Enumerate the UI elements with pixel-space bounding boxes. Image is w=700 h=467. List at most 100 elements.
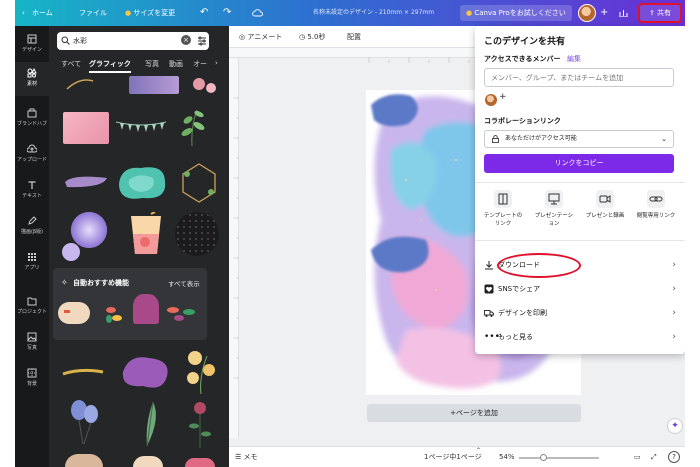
page-view-icon[interactable]: ▭ xyxy=(634,447,641,467)
nav-uploads[interactable]: アップロード xyxy=(15,138,49,172)
tab-photos[interactable]: 写真 xyxy=(145,59,159,69)
member-avatar[interactable] xyxy=(485,94,497,106)
graphic-pink-texture[interactable] xyxy=(63,112,109,144)
present-record-label: プレゼンと録画 xyxy=(585,213,625,219)
home-button[interactable]: ホーム xyxy=(32,0,53,26)
position-button[interactable]: 配置 xyxy=(347,26,361,48)
graphic-leaves[interactable] xyxy=(175,106,209,148)
cloud-save-icon[interactable] xyxy=(252,0,263,26)
back-chevron-icon[interactable]: ‹ xyxy=(22,0,25,26)
see-more-row[interactable]: ••• もっと見る › xyxy=(484,326,676,348)
graphic-yellow-flowers[interactable] xyxy=(181,346,221,396)
resize-button[interactable]: ● サイズを変更 xyxy=(125,0,175,26)
graphic-rose-stem[interactable] xyxy=(181,400,219,448)
nav-photos[interactable]: 写真 xyxy=(15,326,49,360)
search-icon xyxy=(61,36,70,45)
graphic-balloons[interactable] xyxy=(65,398,105,446)
add-member-button[interactable]: + xyxy=(499,92,507,102)
nav-text[interactable]: テキスト xyxy=(15,174,49,208)
template-link-option[interactable]: テンプレートの リンク xyxy=(479,190,527,228)
presentation-option[interactable]: プレゼンテーシ ョン xyxy=(530,190,578,228)
reco-item-shape[interactable] xyxy=(133,294,159,324)
graphic-violet-splash[interactable] xyxy=(119,352,173,392)
nav-draw[interactable]: 描画(β版) xyxy=(15,210,49,244)
search-input[interactable] xyxy=(73,35,173,47)
duration-button[interactable]: ◷ 5.0秒 xyxy=(299,26,325,48)
sns-share-row[interactable]: SNSでシェア › xyxy=(484,278,676,300)
tab-all[interactable]: すべて xyxy=(61,59,81,69)
nav-background[interactable]: 背景 xyxy=(15,362,49,396)
graphic-teal-splash[interactable] xyxy=(113,160,171,204)
graphic-purple-wash[interactable] xyxy=(129,76,179,94)
add-members-input[interactable] xyxy=(484,68,674,87)
members-edit-link[interactable]: 編集 xyxy=(567,54,581,64)
share-panel-title: このデザインを共有 xyxy=(484,37,566,47)
present-record-option[interactable]: プレゼンと録画 xyxy=(581,190,629,220)
graphic-bear[interactable] xyxy=(65,454,103,467)
download-icon xyxy=(485,261,493,270)
graphic-flowers[interactable] xyxy=(189,76,219,98)
tab-graphics[interactable]: グラフィック xyxy=(89,59,131,73)
graphic-gold-stroke[interactable] xyxy=(61,362,105,382)
zoom-slider-knob[interactable] xyxy=(540,454,547,461)
nav-elements[interactable]: 素材 xyxy=(15,62,49,96)
graphic-purple-brush[interactable] xyxy=(63,172,109,192)
print-design-row[interactable]: デザインを印刷 › xyxy=(484,302,676,324)
see-more-label: もっと見る xyxy=(498,333,533,341)
filter-icon[interactable] xyxy=(197,36,207,46)
fullscreen-icon[interactable]: ⤢ xyxy=(651,447,657,467)
print-design-label: デザインを印刷 xyxy=(498,309,547,317)
undo-icon[interactable]: ↶ xyxy=(200,0,208,26)
graphic-bubbles[interactable] xyxy=(59,208,115,264)
nav-brand[interactable]: ブランドハブ xyxy=(15,102,49,136)
avatar[interactable] xyxy=(578,4,596,22)
graphic-gold-frame[interactable] xyxy=(179,160,219,204)
nav-apps[interactable]: アプリ xyxy=(15,246,49,280)
nav-projects[interactable]: プロジェクト xyxy=(15,290,49,324)
view-only-link-option[interactable]: 閲覧専用リンク xyxy=(632,190,680,220)
graphic-drink[interactable] xyxy=(125,211,167,260)
nav-design[interactable]: デザイン xyxy=(15,28,49,62)
share-button[interactable]: ⇪ 共有 xyxy=(638,3,682,23)
shapes-icon xyxy=(27,68,37,78)
graphic-sparkles[interactable] xyxy=(175,212,219,256)
clear-search-icon[interactable]: × xyxy=(181,35,191,45)
help-button[interactable]: ? xyxy=(668,451,680,463)
magic-assistant-icon[interactable]: ✦ xyxy=(667,418,683,434)
layout-icon xyxy=(27,34,37,44)
file-menu[interactable]: ファイル xyxy=(79,0,107,26)
duration-label: 5.0秒 xyxy=(307,33,326,41)
access-select[interactable]: あなただけがアクセス可能 ⌄ xyxy=(484,130,674,148)
graphic-gold-line[interactable] xyxy=(65,76,95,90)
status-bar: ☰ メモ 1ページ中1ページ ⌃ 54% ▭ ⤢ ? xyxy=(229,446,685,467)
tab-audio[interactable]: オー xyxy=(193,59,207,69)
document-title[interactable]: 名称未設定のデザイン - 210mm × 297mm xyxy=(313,0,434,26)
graphic-bunting[interactable] xyxy=(115,118,167,138)
animate-button[interactable]: ◎ アニメート xyxy=(239,26,282,48)
tab-next-chevron[interactable]: › xyxy=(215,59,218,67)
page-indicator[interactable]: 1ページ中1ページ xyxy=(424,447,482,467)
zoom-percent[interactable]: 54% xyxy=(499,447,515,467)
graphic-feather[interactable] xyxy=(127,398,167,448)
ruler-vertical xyxy=(229,58,239,438)
reco-item-leaves[interactable] xyxy=(165,302,199,324)
try-pro-button[interactable]: ● Canva Proをお試しください xyxy=(460,5,572,21)
add-page-button[interactable]: +ページを追加 xyxy=(367,404,581,422)
graphic-berries[interactable] xyxy=(185,458,215,467)
present-icon xyxy=(545,190,563,208)
copy-link-button[interactable]: リンクをコピー xyxy=(484,154,674,173)
redo-icon[interactable]: ↷ xyxy=(223,0,231,26)
reco-see-all[interactable]: すべて表示 xyxy=(168,278,200,288)
search-box[interactable]: × xyxy=(57,32,209,50)
collapse-chevron-icon[interactable]: ⌃ xyxy=(476,441,481,461)
tab-videos[interactable]: 動画 xyxy=(169,59,183,69)
add-collaborator-button[interactable]: + xyxy=(600,0,608,26)
insights-icon[interactable] xyxy=(619,0,628,26)
nav-design-label: デザイン xyxy=(21,47,42,53)
top-bar: ‹ ホーム ファイル ● サイズを変更 ↶ ↷ 名称未設定のデザイン - 210… xyxy=(15,0,685,26)
graphic-pastry[interactable] xyxy=(133,456,163,467)
reco-item-petals[interactable] xyxy=(105,304,127,324)
zoom-slider[interactable] xyxy=(519,457,599,459)
reco-item-bread[interactable] xyxy=(58,302,90,324)
notes-button[interactable]: ☰ メモ xyxy=(235,447,258,467)
